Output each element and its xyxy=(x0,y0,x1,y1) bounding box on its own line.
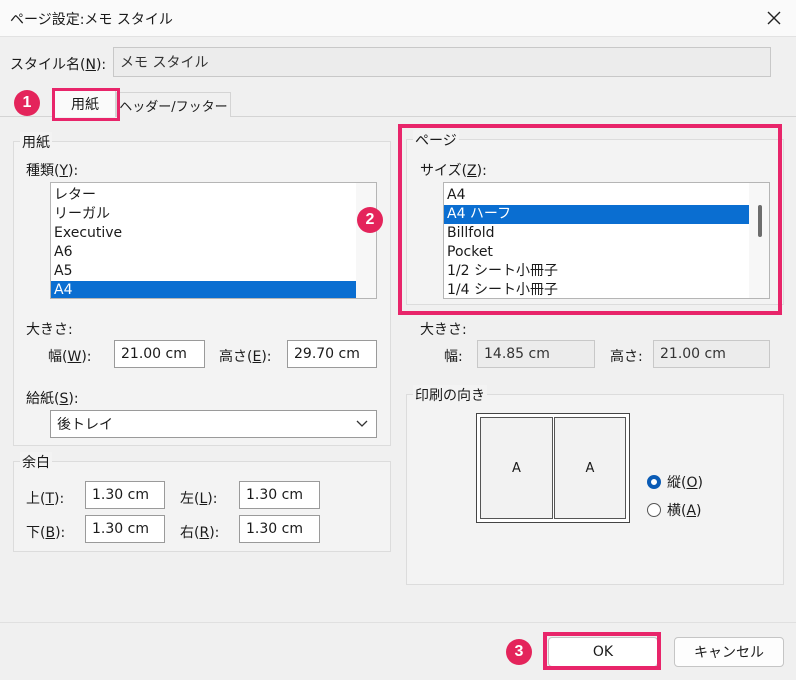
margin-top-label: 上(T): xyxy=(26,491,65,507)
radio-portrait-label: 縦(O) xyxy=(667,475,703,491)
preview-page-right-label: A xyxy=(585,460,595,476)
chevron-down-icon xyxy=(356,420,368,427)
paper-type-list-item[interactable]: リーガル xyxy=(51,205,356,224)
callout-1: 1 xyxy=(14,90,40,116)
margin-left-label: 左(L): xyxy=(180,491,218,507)
radio-portrait[interactable]: 縦(O) xyxy=(647,472,703,492)
style-name-label: スタイル名(N): xyxy=(10,57,107,73)
paper-feed-label: 給紙(S): xyxy=(26,391,79,407)
highlight-page-group xyxy=(398,124,782,315)
margins-group-title: 余白 xyxy=(20,452,52,472)
margin-left-field[interactable]: 1.30 cm xyxy=(239,481,320,509)
paper-type-list-item[interactable]: Executive xyxy=(51,224,356,243)
paper-type-list-item[interactable]: A6 xyxy=(51,243,356,262)
paper-group-title: 用紙 xyxy=(20,132,52,152)
orientation-preview: A A xyxy=(476,413,630,523)
page-dims-label: 大きさ: xyxy=(420,322,467,338)
page-width-field: 14.85 cm xyxy=(477,340,595,368)
preview-page-right: A xyxy=(554,417,626,519)
paper-type-scrollbar[interactable] xyxy=(356,183,376,298)
cancel-button[interactable]: キャンセル xyxy=(674,637,784,667)
callout-3: 3 xyxy=(506,639,532,665)
radio-portrait-indicator[interactable] xyxy=(647,475,661,489)
paper-type-list[interactable]: レター リーガル Executive A6 A5 A4 xyxy=(50,182,377,299)
paper-feed-select[interactable]: 後トレイ xyxy=(50,410,377,438)
callout-2: 2 xyxy=(357,207,383,233)
close-icon xyxy=(767,11,781,25)
radio-landscape-indicator[interactable] xyxy=(647,503,661,517)
style-name-field[interactable]: メモ スタイル xyxy=(113,47,771,77)
tab-header-footer[interactable]: ヘッダー/フッター xyxy=(116,92,231,117)
radio-landscape[interactable]: 横(A) xyxy=(647,500,702,520)
close-button[interactable] xyxy=(752,0,796,36)
paper-height-field[interactable]: 29.70 cm xyxy=(287,340,377,368)
preview-page-left-label: A xyxy=(512,460,521,476)
cancel-button-label: キャンセル xyxy=(694,645,764,661)
margin-right-label: 右(R): xyxy=(180,525,220,541)
paper-feed-value: 後トレイ xyxy=(57,417,113,433)
paper-width-field[interactable]: 21.00 cm xyxy=(114,340,205,368)
preview-page-left: A xyxy=(480,417,553,519)
orientation-group-title: 印刷の向き xyxy=(413,385,487,405)
page-height-label: 高さ: xyxy=(610,349,643,365)
paper-width-label: 幅(W): xyxy=(48,349,92,365)
margin-right-field[interactable]: 1.30 cm xyxy=(239,515,320,543)
radio-landscape-label: 横(A) xyxy=(667,503,702,519)
margin-top-field[interactable]: 1.30 cm xyxy=(85,481,165,509)
paper-height-label: 高さ(E): xyxy=(219,349,272,365)
highlight-ok-button xyxy=(543,632,661,670)
page-width-label: 幅: xyxy=(444,349,463,365)
margin-bottom-label: 下(B): xyxy=(26,525,66,541)
margin-bottom-field[interactable]: 1.30 cm xyxy=(85,515,165,543)
paper-size-label: 大きさ: xyxy=(26,322,73,338)
tab-header-footer-label: ヘッダー/フッター xyxy=(119,99,228,115)
paper-type-label: 種類(Y): xyxy=(26,163,79,179)
paper-type-list-item[interactable]: A4 xyxy=(51,281,356,298)
page-height-field: 21.00 cm xyxy=(653,340,770,368)
paper-type-list-item[interactable]: レター xyxy=(51,186,356,205)
highlight-tab-paper xyxy=(52,88,120,121)
window-title: ページ設定:メモ スタイル xyxy=(10,12,173,28)
paper-type-list-item[interactable]: A5 xyxy=(51,262,356,281)
